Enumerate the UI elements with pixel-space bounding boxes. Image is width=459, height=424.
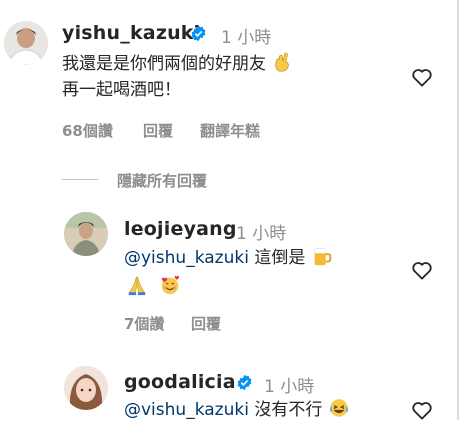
replies-divider: [62, 179, 98, 180]
reply-time[interactable]: 1 小時: [236, 219, 286, 244]
avatar[interactable]: [64, 212, 108, 256]
reply-text-line-1: @vishu_kazuki 沒有不行: [124, 397, 350, 422]
rolling-laughing-emoji: [329, 399, 348, 417]
mention-link[interactable]: @vishu_kazuki: [124, 400, 249, 420]
like-heart-icon[interactable]: [411, 67, 433, 91]
verified-badge-icon: [190, 25, 207, 46]
avatar[interactable]: [4, 21, 48, 65]
folded-hands-emoji: [128, 276, 146, 296]
crossed-fingers-emoji: [275, 52, 290, 72]
smiling-face-with-hearts-emoji: [162, 275, 180, 295]
mention-link[interactable]: @yishu_kazuki: [124, 248, 249, 268]
reply-button[interactable]: 回覆: [143, 120, 173, 141]
comment-username[interactable]: yishu_kazuki: [62, 22, 200, 44]
reply-time[interactable]: 1 小時: [264, 372, 314, 397]
like-heart-icon[interactable]: [411, 400, 433, 424]
beer-mug-emoji: [314, 248, 331, 266]
reply-username[interactable]: leojieyang: [124, 218, 237, 240]
reply-button[interactable]: 回覆: [191, 313, 221, 334]
comment-text-line-1: 我還是是你們兩個的好朋友: [62, 51, 293, 76]
likes-count[interactable]: 68個讚: [62, 120, 113, 141]
comment-text-line-2: 再一起喝酒吧！: [62, 80, 181, 100]
avatar[interactable]: [64, 366, 108, 410]
like-heart-icon[interactable]: [411, 260, 433, 284]
likes-count[interactable]: 7個讚: [124, 313, 164, 334]
comment-time[interactable]: 1 小時: [221, 23, 271, 48]
reply-text-line-1: @yishu_kazuki 這倒是: [124, 245, 333, 270]
hide-replies-button[interactable]: 隱藏所有回覆: [117, 170, 207, 191]
reply-username[interactable]: goodalicia: [124, 371, 236, 393]
reply-emoji-line: [126, 274, 181, 299]
verified-badge-icon: [236, 374, 253, 395]
translate-button[interactable]: 翻譯年糕: [200, 120, 260, 141]
